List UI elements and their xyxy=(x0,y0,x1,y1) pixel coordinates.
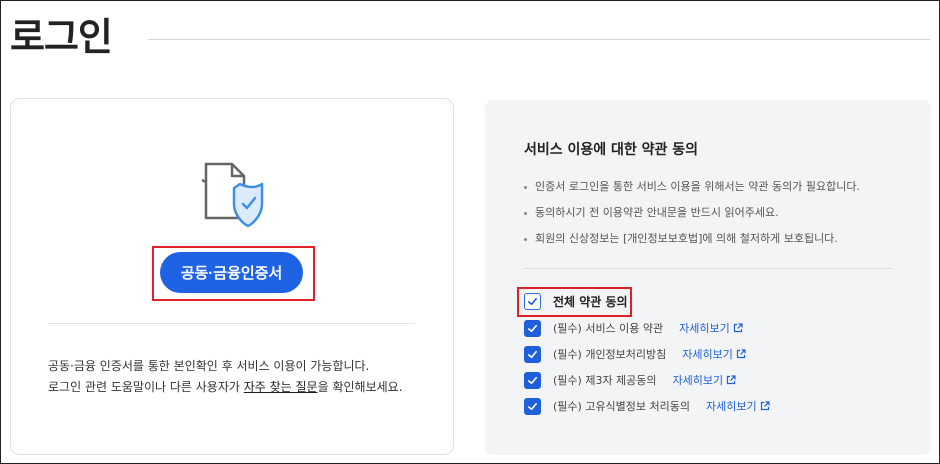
check-icon xyxy=(528,350,537,358)
terms-detail-link-text: 자세히보기 xyxy=(682,348,733,361)
terms-divider xyxy=(524,268,892,269)
login-card-divider xyxy=(48,323,415,324)
external-link-icon xyxy=(733,323,743,333)
page-title: 로그인 xyxy=(10,15,113,59)
terms-item-unique-id: (필수) 고유식별정보 처리동의 자세히보기 xyxy=(524,397,770,415)
terms-item-label: (필수) 고유식별정보 처리동의 xyxy=(553,400,691,413)
terms-bullet-text: 회원의 신상정보는 [개인정보보호법]에 의해 철저하게 보호됩니다. xyxy=(535,232,838,245)
terms-detail-link[interactable]: 자세히보기 xyxy=(673,372,737,388)
terms-item-service: (필수) 서비스 이용 약관 자세히보기 xyxy=(524,319,743,337)
agree-all-checkbox[interactable] xyxy=(524,292,541,310)
help-text-line-2: 로그인 관련 도움말이나 다른 사용자가 자주 찾는 질문을 확인해보세요. xyxy=(48,378,403,395)
help-text-suffix: 을 확인해보세요. xyxy=(317,380,403,394)
terms-bullet-text: 동의하시기 전 이용약관 안내문을 반드시 읽어주세요. xyxy=(535,206,779,219)
external-link-icon xyxy=(727,375,736,385)
terms-detail-link-text: 자세히보기 xyxy=(679,322,730,335)
title-divider xyxy=(148,39,930,40)
external-link-icon xyxy=(736,349,746,359)
terms-detail-link-text: 자세히보기 xyxy=(706,400,757,413)
terms-item-checkbox[interactable] xyxy=(524,397,541,415)
terms-bullet: 회원의 신상정보는 [개인정보보호법]에 의해 철저하게 보호됩니다. xyxy=(524,230,838,246)
terms-item-privacy: (필수) 개인정보처리방침 자세히보기 xyxy=(524,345,746,363)
agree-all-row[interactable]: 전체 약관 동의 xyxy=(524,292,628,310)
bullet-dot-icon xyxy=(524,185,527,189)
terms-bullet-text: 인증서 로그인을 통한 서비스 이용을 위해서는 약관 동의가 필요합니다. xyxy=(535,180,860,193)
bullet-dot-icon xyxy=(524,211,527,215)
faq-link[interactable]: 자주 찾는 질문 xyxy=(244,380,318,394)
terms-bullet: 동의하시기 전 이용약관 안내문을 반드시 읽어주세요. xyxy=(524,204,779,220)
help-text-prefix: 로그인 관련 도움말이나 다른 사용자가 xyxy=(48,380,244,394)
check-icon xyxy=(528,376,537,384)
terms-item-checkbox[interactable] xyxy=(524,319,541,337)
terms-title: 서비스 이용에 대한 약관 동의 xyxy=(524,142,699,158)
certificate-login-button[interactable]: 공동·금융인증서 xyxy=(160,252,303,293)
check-icon xyxy=(528,297,537,305)
check-icon xyxy=(528,324,537,332)
help-text-line-1: 공동·금융 인증서를 통한 본인확인 후 서비스 이용이 가능합니다. xyxy=(48,359,370,373)
check-icon xyxy=(528,402,537,410)
terms-detail-link[interactable]: 자세히보기 xyxy=(706,398,770,414)
agree-all-label: 전체 약관 동의 xyxy=(553,294,628,309)
certificate-shield-icon xyxy=(201,162,264,228)
terms-item-checkbox[interactable] xyxy=(524,371,541,389)
terms-detail-link[interactable]: 자세히보기 xyxy=(679,320,743,336)
bullet-dot-icon xyxy=(524,237,527,241)
terms-item-label: (필수) 서비스 이용 약관 xyxy=(553,322,664,335)
terms-bullet: 인증서 로그인을 통한 서비스 이용을 위해서는 약관 동의가 필요합니다. xyxy=(524,178,860,194)
external-link-icon xyxy=(760,401,770,411)
terms-item-label: (필수) 개인정보처리방침 xyxy=(553,348,667,361)
terms-item-label: (필수) 제3자 제공동의 xyxy=(553,374,657,387)
terms-detail-link-text: 자세히보기 xyxy=(672,374,724,387)
terms-item-third-party: (필수) 제3자 제공동의 자세히보기 xyxy=(524,371,736,389)
terms-detail-link[interactable]: 자세히보기 xyxy=(682,346,746,362)
terms-item-checkbox[interactable] xyxy=(524,345,541,363)
